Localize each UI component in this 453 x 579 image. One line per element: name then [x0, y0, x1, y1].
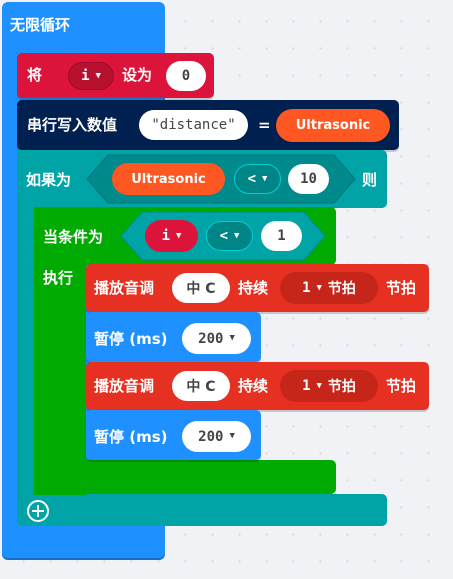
while-variable-dropdown[interactable]: i ▼ [145, 220, 198, 252]
tone2-label: 播放音调 [94, 377, 155, 395]
set-to-label: 设为 [122, 66, 153, 84]
chevron-down-icon: ▼ [316, 380, 322, 391]
set-value-input[interactable]: 0 [166, 61, 206, 91]
while-variable: i [161, 228, 170, 244]
tone2-beat-unit: 节拍 [327, 379, 356, 395]
while-block-side [34, 207, 86, 495]
equals-label: = [258, 116, 271, 134]
while-right-input[interactable]: 1 [261, 221, 302, 251]
while-block-footer[interactable] [34, 460, 336, 494]
chevron-down-icon: ▼ [176, 230, 182, 241]
chevron-down-icon: ▼ [229, 431, 235, 441]
chevron-down-icon: ▼ [316, 282, 322, 293]
if-label: 如果为 [26, 171, 72, 189]
tone2-beats: 1 [302, 378, 311, 394]
add-else-button[interactable] [27, 500, 49, 522]
tone1-note-input[interactable]: 中 C [172, 273, 230, 303]
if-block-footer[interactable] [17, 494, 387, 526]
chevron-down-icon: ▼ [234, 230, 240, 241]
chevron-down-icon: ▼ [262, 173, 268, 184]
chevron-down-icon: ▼ [229, 333, 235, 343]
if-ultrasonic-block[interactable]: Ultrasonic [112, 163, 225, 195]
tone1-tail-label: 节拍 [386, 279, 417, 297]
tone1-label: 播放音调 [94, 279, 155, 297]
while-label: 当条件为 [43, 228, 104, 246]
tone1-duration-label: 持续 [238, 279, 269, 297]
pause2-value: 200 [198, 428, 224, 445]
if-operator: < [247, 171, 256, 187]
pause2-label: 暂停 (ms) [94, 428, 168, 446]
variable-dropdown[interactable]: i ▼ [68, 62, 114, 90]
pause1-value: 200 [198, 330, 224, 347]
if-operator-dropdown[interactable]: < ▼ [234, 164, 281, 194]
tone2-note-input[interactable]: 中 C [172, 371, 230, 401]
then-label: 则 [362, 171, 378, 189]
tone1-beats-dropdown[interactable]: 1 ▼ 节拍 [280, 272, 378, 304]
tone2-tail-label: 节拍 [386, 377, 417, 395]
tone2-beats-dropdown[interactable]: 1 ▼ 节拍 [280, 370, 378, 402]
variable-name: i [81, 68, 90, 84]
serial-key-input[interactable]: "distance" [139, 110, 248, 140]
while-operator: < [219, 228, 228, 244]
if-block-side [17, 150, 35, 522]
serial-ultrasonic-block[interactable]: Ultrasonic [276, 109, 390, 142]
serial-label: 串行写入数值 [27, 116, 118, 134]
tone1-beats: 1 [302, 280, 311, 296]
chevron-down-icon: ▼ [95, 70, 101, 81]
tone2-duration-label: 持续 [238, 377, 269, 395]
tone1-beat-unit: 节拍 [327, 281, 356, 297]
while-operator-dropdown[interactable]: < ▼ [206, 221, 253, 251]
pause2-value-dropdown[interactable]: 200 ▼ [182, 421, 251, 452]
pause1-label: 暂停 (ms) [94, 330, 168, 348]
do-label: 执行 [43, 269, 74, 287]
if-right-input[interactable]: 10 [288, 164, 329, 194]
pause1-value-dropdown[interactable]: 200 ▼ [182, 323, 251, 354]
forever-label: 无限循环 [10, 16, 71, 34]
set-label: 将 [27, 66, 43, 84]
plus-circle-icon [32, 505, 44, 517]
